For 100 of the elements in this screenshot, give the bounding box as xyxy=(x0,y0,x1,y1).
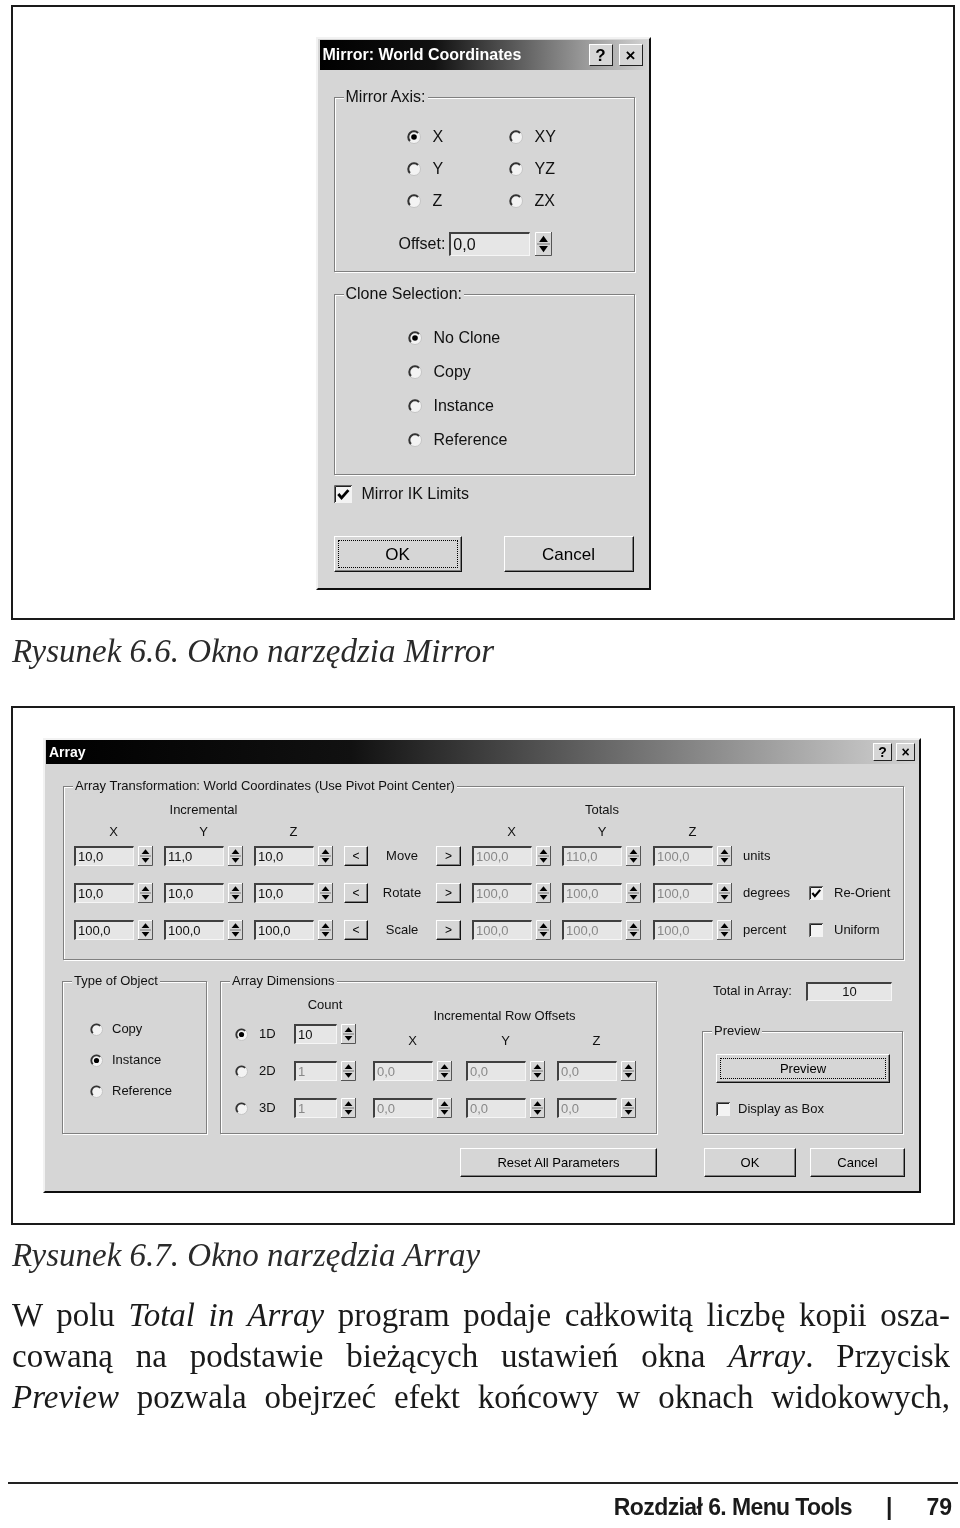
row-label: Scale xyxy=(385,922,419,938)
help-button[interactable]: ? xyxy=(873,743,892,761)
spinner-icon[interactable] xyxy=(318,920,333,940)
checkbox-label[interactable]: Re-Orient xyxy=(834,885,903,901)
radio-label[interactable]: No Clone xyxy=(433,328,501,348)
column-header: Incremental Row Offsets xyxy=(433,1009,576,1024)
checkbox-label[interactable]: Mirror IK Limits xyxy=(361,484,470,504)
radio-label[interactable]: 2D xyxy=(259,1063,281,1079)
radio-label[interactable]: Instance xyxy=(112,1053,162,1068)
radio-label[interactable]: Reference xyxy=(433,430,508,450)
radio-label[interactable]: 1D xyxy=(259,1026,281,1042)
spinner-icon[interactable] xyxy=(626,920,641,940)
spinner-icon[interactable] xyxy=(535,232,553,256)
cancel-button[interactable]: Cancel xyxy=(810,1148,905,1177)
right-button[interactable]: > xyxy=(436,920,461,940)
spinner-icon[interactable] xyxy=(626,846,641,866)
radio-button[interactable] xyxy=(90,1054,103,1067)
spinner-icon[interactable] xyxy=(536,883,551,903)
number-field[interactable]: 10,0 xyxy=(164,883,224,903)
preview-button[interactable]: Preview xyxy=(716,1054,890,1083)
radio-label[interactable]: Reference xyxy=(112,1084,172,1099)
chapter-title: Rozdział 6. Menu Tools xyxy=(613,1493,852,1522)
close-button[interactable]: × xyxy=(618,44,643,66)
radio-label[interactable]: Instance xyxy=(433,396,494,416)
spinner-icon[interactable] xyxy=(341,1024,356,1044)
right-button[interactable]: > xyxy=(436,883,461,903)
axis-label: Y xyxy=(597,824,607,840)
number-field[interactable]: 11,0 xyxy=(164,846,224,866)
radio-label[interactable]: Z xyxy=(432,191,443,211)
spinner-icon[interactable] xyxy=(536,846,551,866)
spinner-icon[interactable] xyxy=(341,1061,356,1081)
figure-caption: Rysunek 6.6. Okno narzędzia Mirror xyxy=(12,633,496,669)
checkbox[interactable] xyxy=(809,886,823,900)
number-field[interactable]: 10,0 xyxy=(254,846,314,866)
group-label: Array Dimensions xyxy=(230,973,337,989)
cancel-button[interactable]: Cancel xyxy=(503,536,634,572)
number-field[interactable]: 10,0 xyxy=(74,846,134,866)
number-field[interactable]: 100,0 xyxy=(254,920,314,940)
unit-label: degrees xyxy=(743,885,791,901)
ok-button[interactable]: OK xyxy=(333,536,462,572)
spinner-icon[interactable] xyxy=(717,846,732,866)
unit-label: percent xyxy=(743,922,788,938)
number-field[interactable]: 10 xyxy=(294,1024,337,1044)
spinner-icon[interactable] xyxy=(626,883,641,903)
left-button[interactable]: < xyxy=(344,883,368,903)
group-label: Type of Object xyxy=(72,973,160,989)
radio-label[interactable]: Copy xyxy=(433,362,471,382)
radio-label[interactable]: 3D xyxy=(259,1100,281,1116)
spinner-icon[interactable] xyxy=(228,846,243,866)
spinner-icon[interactable] xyxy=(621,1061,636,1081)
number-field[interactable]: 10,0 xyxy=(74,883,134,903)
spinner-icon[interactable] xyxy=(318,883,333,903)
radio-label[interactable]: YZ xyxy=(534,159,555,179)
spinner-icon[interactable] xyxy=(318,846,333,866)
axis-label: Z xyxy=(688,824,697,840)
radio-label[interactable]: X xyxy=(432,127,444,147)
column-header: Totals xyxy=(585,802,619,818)
spinner-icon[interactable] xyxy=(536,920,551,940)
separator: | xyxy=(885,1493,893,1522)
number-field[interactable]: 10,0 xyxy=(254,883,314,903)
close-button[interactable]: × xyxy=(896,743,915,761)
spinner-icon[interactable] xyxy=(228,883,243,903)
spinner-icon[interactable] xyxy=(717,920,732,940)
number-field[interactable]: 100,0 xyxy=(74,920,134,940)
spinner-icon[interactable] xyxy=(530,1098,545,1118)
checkbox-label[interactable]: Display as Box xyxy=(738,1101,824,1117)
checkbox-label[interactable]: Uniform xyxy=(834,922,903,938)
number-field[interactable]: 100,0 xyxy=(164,920,224,940)
radio-label[interactable]: XY xyxy=(534,127,556,147)
ok-button[interactable]: OK xyxy=(704,1148,796,1177)
spinner-icon[interactable] xyxy=(138,883,153,903)
right-button[interactable]: > xyxy=(436,846,461,866)
radio-label[interactable]: Y xyxy=(432,159,444,179)
radio-label[interactable]: ZX xyxy=(534,191,555,211)
spinner-icon[interactable] xyxy=(621,1098,636,1118)
spinner-icon[interactable] xyxy=(138,846,153,866)
spinner-icon[interactable] xyxy=(437,1098,452,1118)
checkbox[interactable] xyxy=(333,485,352,503)
body-paragraph: W polu Total in Array program podaje całkowitą liczbę kopii osza- cowaną na podstawie bieżących ustawień okna Array. Przycisk Preview pozwala obejrzeć efekt końcowy w oknach widokowych, xyxy=(12,1296,950,1417)
radio-button[interactable] xyxy=(90,1085,103,1098)
spinner-icon[interactable] xyxy=(437,1061,452,1081)
reset-button[interactable]: Reset All Parameters xyxy=(460,1148,657,1177)
spinner-icon[interactable] xyxy=(717,883,732,903)
spinner-icon[interactable] xyxy=(341,1098,356,1118)
radio-label[interactable]: Copy xyxy=(112,1022,143,1037)
left-button[interactable]: < xyxy=(344,846,368,866)
column-header: Count xyxy=(307,998,343,1013)
spinner-icon[interactable] xyxy=(138,920,153,940)
field-label: Total in Array: xyxy=(713,984,792,999)
field-label: Offset: xyxy=(398,234,446,254)
radio-button[interactable] xyxy=(90,1023,103,1036)
row-label: Rotate xyxy=(382,885,422,901)
axis-label: X xyxy=(109,824,118,840)
number-field[interactable]: 0,0 xyxy=(449,232,531,256)
spinner-icon[interactable] xyxy=(228,920,243,940)
checkbox[interactable] xyxy=(716,1102,730,1116)
left-button[interactable]: < xyxy=(344,920,368,940)
checkbox[interactable] xyxy=(809,923,823,937)
help-button[interactable]: ? xyxy=(588,44,613,66)
spinner-icon[interactable] xyxy=(530,1061,545,1081)
